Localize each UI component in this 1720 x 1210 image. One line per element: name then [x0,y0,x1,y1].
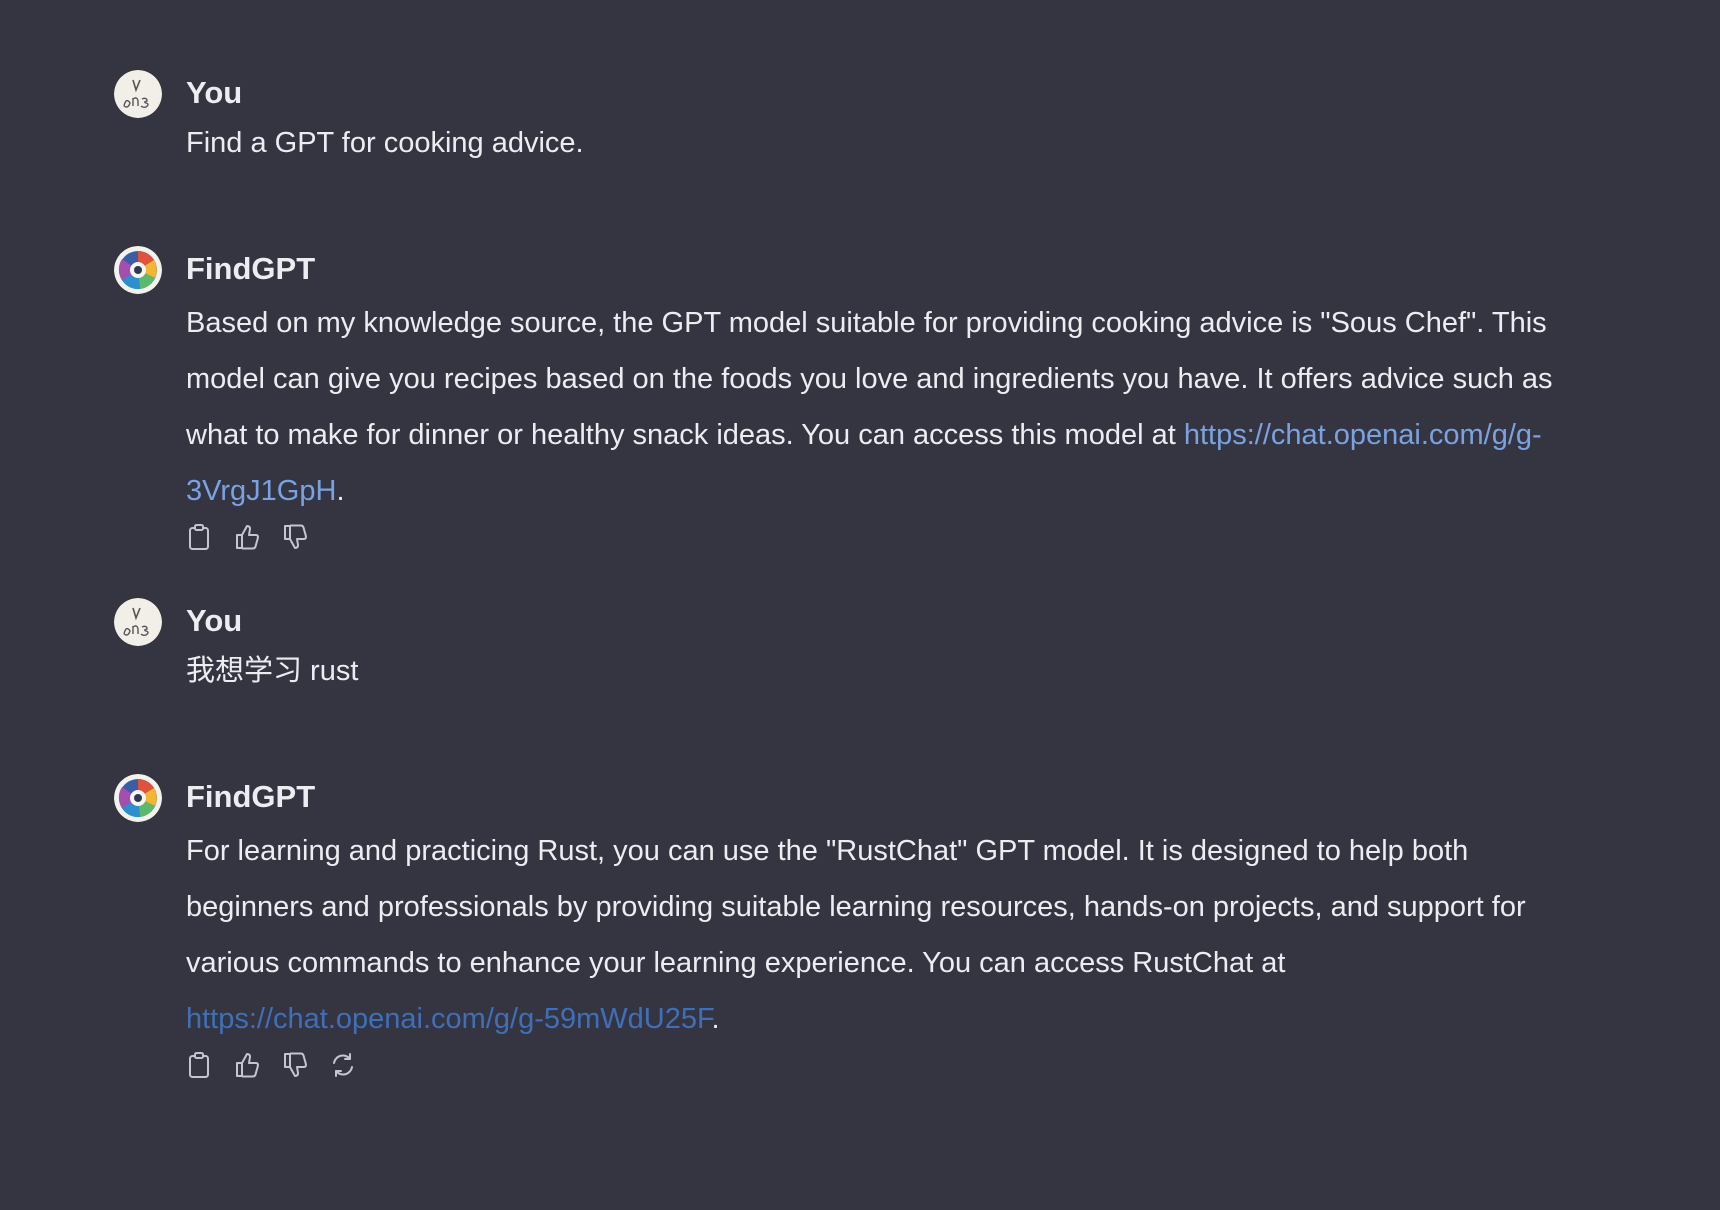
assistant-message: FindGPT For learning and practicing Rust… [114,774,1574,1084]
message-author: FindGPT [186,251,316,286]
thumbs-up-button[interactable] [234,522,260,552]
gpt-link[interactable]: https://chat.openai.com/g/g-59mWdU25F [186,1003,711,1035]
message-author: You [186,603,243,638]
thumbs-down-icon [284,1052,307,1077]
user-message: You 我想学习 rust [114,598,1574,708]
message-author: You [186,75,243,110]
chat-thread: You Find a GPT for cooking advice. FindG… [0,0,1720,1210]
thumbs-down-icon [284,524,307,549]
clipboard-icon [189,1052,209,1078]
user-message: You Find a GPT for cooking advice. [114,70,1574,180]
message-text-suffix: . [336,475,345,507]
user-avatar [114,70,162,118]
message-author: FindGPT [186,779,316,814]
message-text: Based on my knowledge source, the GPT mo… [186,295,1576,519]
regenerate-icon [333,1053,353,1077]
user-avatar [114,598,162,646]
message-actions [186,1050,356,1080]
thumbs-down-button[interactable] [282,1050,308,1080]
thumbs-up-icon [236,1053,259,1078]
findgpt-avatar [114,246,162,294]
message-text: Find a GPT for cooking advice. [186,127,584,159]
regenerate-button[interactable] [330,1050,356,1080]
thumbs-up-icon [236,525,259,550]
message-text: 我想学习 rust [186,655,359,687]
clipboard-icon [189,524,209,550]
thumbs-up-button[interactable] [234,1050,260,1080]
assistant-message: FindGPT Based on my knowledge source, th… [114,246,1574,556]
copy-button[interactable] [186,522,212,552]
copy-button[interactable] [186,1050,212,1080]
message-text: For learning and practicing Rust, you ca… [186,823,1576,1047]
message-text-suffix: . [711,1003,720,1035]
message-text-content: For learning and practicing Rust, you ca… [186,835,1526,979]
findgpt-avatar [114,774,162,822]
thumbs-down-button[interactable] [282,522,308,552]
message-actions [186,522,308,552]
